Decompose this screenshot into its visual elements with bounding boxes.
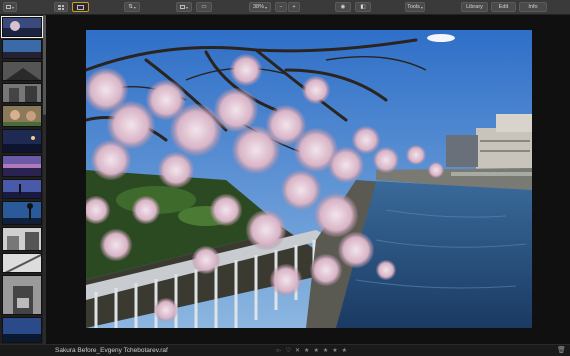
library-label: Library <box>466 4 483 10</box>
thumbnail[interactable] <box>2 317 42 343</box>
trash-icon[interactable]: 🗑 <box>557 346 566 354</box>
layout-button[interactable]: ▾ <box>176 2 192 12</box>
thumbnail[interactable] <box>2 227 42 251</box>
thumbnail[interactable] <box>2 179 42 199</box>
zoom-value: 38% <box>252 4 264 10</box>
library-button[interactable]: Library <box>461 2 488 12</box>
single-view-icon <box>77 4 84 10</box>
tools-label: Tools <box>407 4 420 10</box>
thumbnail[interactable] <box>2 61 42 81</box>
thumbnail[interactable] <box>2 201 42 225</box>
thumbnail[interactable] <box>2 105 42 127</box>
thumbnail-image <box>3 228 41 250</box>
thumbnail-image <box>3 276 41 314</box>
thumbnail-image <box>3 62 41 80</box>
thumbnail-image <box>3 84 41 102</box>
chevron-down-icon: ▾ <box>185 4 188 10</box>
star-2-icon[interactable]: ★ <box>313 347 318 354</box>
image-filename: Sakura Before_Evgeny Tchebotarev.raf <box>55 347 168 354</box>
info-label: Info <box>528 4 538 10</box>
thumbnail-image <box>3 130 41 152</box>
main-photo <box>86 30 532 328</box>
grid-icon <box>58 4 64 10</box>
reject-icon[interactable]: ✕ <box>295 347 300 354</box>
before-after-icon: ◧ <box>360 4 366 10</box>
before-after-button[interactable]: ◧ <box>355 2 371 12</box>
edit-label: Edit <box>498 4 509 10</box>
eye-icon: ◉ <box>340 4 346 10</box>
thumbnail-image <box>3 318 41 342</box>
rating-bar: ○· ♡ ✕ ★ ★ ★ ★ ★ <box>276 347 347 355</box>
sort-button[interactable]: ⇅ ▾ <box>124 2 140 12</box>
thumbnail-image <box>3 18 41 36</box>
zoom-out-button[interactable]: − <box>275 2 287 12</box>
star-3-icon[interactable]: ★ <box>323 347 328 354</box>
image-viewer[interactable] <box>46 15 570 344</box>
preview-button[interactable]: ◉ <box>335 2 351 12</box>
thumbnail-image <box>3 106 41 126</box>
toolbar: ▾ ⇅ ▾ ▾ ▭ 38% ▾ − + ◉ ◧ Tools ▾ Library Edi… <box>0 0 570 15</box>
chevron-down-icon: ▾ <box>420 4 423 10</box>
zoom-in-icon: + <box>292 4 296 10</box>
chevron-down-icon: ▾ <box>11 4 14 10</box>
thumbnail-image <box>3 156 41 176</box>
star-5-icon[interactable]: ★ <box>342 347 347 354</box>
thumbnail[interactable] <box>2 275 42 315</box>
sort-icon: ⇅ <box>128 4 133 10</box>
thumbnail[interactable] <box>2 253 42 273</box>
chevron-down-icon: ▾ <box>133 4 136 10</box>
color-label-icon[interactable]: ○· <box>276 348 282 354</box>
star-1-icon[interactable]: ★ <box>304 347 309 354</box>
status-bar: Sakura Before_Evgeny Tchebotarev.raf ○· … <box>0 344 570 356</box>
chevron-down-icon: ▾ <box>265 4 268 10</box>
info-button[interactable]: Info <box>519 2 547 12</box>
sidebar-icon <box>5 5 11 9</box>
layout-icon <box>179 5 185 9</box>
star-4-icon[interactable]: ★ <box>332 347 337 354</box>
thumbnail-image <box>3 180 41 198</box>
thumbnail[interactable] <box>2 129 42 153</box>
edit-button[interactable]: Edit <box>491 2 516 12</box>
thumbnail[interactable] <box>2 155 42 177</box>
zoom-in-button[interactable]: + <box>288 2 300 12</box>
thumbnail-image <box>3 254 41 272</box>
compare-button[interactable]: ▭ <box>196 2 212 12</box>
sidebar-toggle-button[interactable]: ▾ <box>3 2 17 12</box>
thumbnail-image <box>3 40 41 58</box>
sakura-photo <box>86 30 532 328</box>
compare-icon: ▭ <box>201 4 207 10</box>
thumbnail-image <box>3 202 41 224</box>
single-view-button[interactable] <box>72 2 89 12</box>
thumbnail[interactable] <box>2 39 42 59</box>
thumbnail[interactable] <box>2 83 42 103</box>
filmstrip <box>0 15 46 344</box>
tools-menu-button[interactable]: Tools ▾ <box>405 2 425 12</box>
zoom-select[interactable]: 38% ▾ <box>249 2 271 12</box>
grid-view-button[interactable] <box>54 2 68 12</box>
zoom-out-icon: − <box>279 4 283 10</box>
thumbnail[interactable] <box>1 16 43 38</box>
heart-icon[interactable]: ♡ <box>286 347 291 354</box>
